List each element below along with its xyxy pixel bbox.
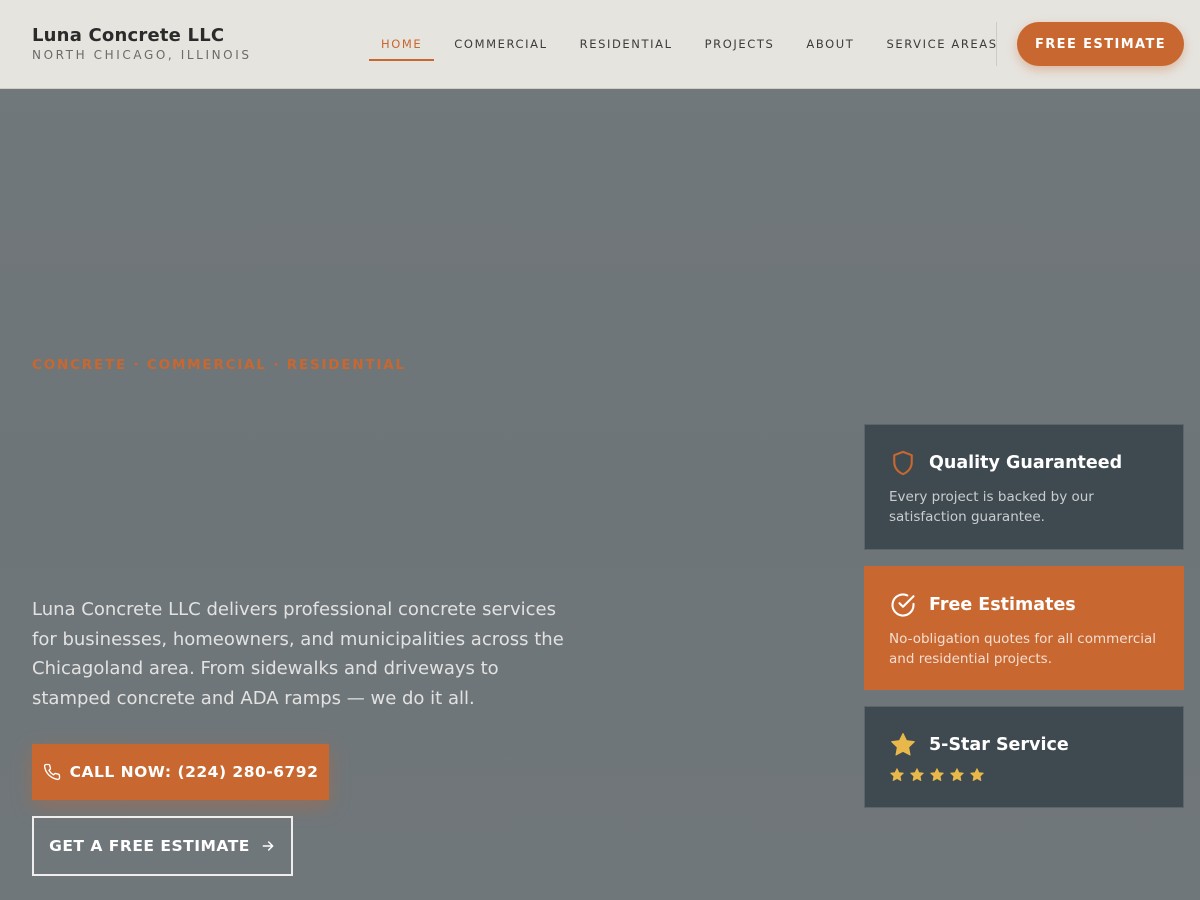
rating-star-icon [969, 767, 985, 783]
shield-icon [889, 449, 917, 477]
five-star-service-card: 5-Star Service [864, 706, 1184, 808]
hero-tagline: CONCRETE · COMMERCIAL · RESIDENTIAL [32, 357, 406, 373]
arrow-right-icon [260, 838, 276, 854]
phone-icon [43, 763, 61, 781]
rating-star-icon [929, 767, 945, 783]
get-free-estimate-button[interactable]: GET A FREE ESTIMATE [32, 816, 293, 876]
check-circle-icon [889, 591, 917, 619]
main-nav: HOME COMMERCIAL RESIDENTIAL PROJECTS ABO… [365, 35, 1014, 61]
brand-location: NORTH CHICAGO, ILLINOIS [32, 48, 252, 62]
nav-item-residential[interactable]: RESIDENTIAL [564, 35, 689, 57]
card-text: Every project is backed by our satisfact… [889, 489, 1094, 525]
card-text: No-obligation quotes for all commercial … [889, 631, 1157, 667]
card-title: Quality Guaranteed [929, 453, 1123, 473]
nav-divider [996, 22, 997, 66]
nav-item-service-areas[interactable]: SERVICE AREAS [870, 35, 1013, 57]
quality-guaranteed-card: Quality Guaranteed Every project is back… [864, 424, 1184, 550]
card-title: 5-Star Service [929, 735, 1069, 755]
nav-item-projects[interactable]: PROJECTS [689, 35, 791, 57]
nav-item-about[interactable]: ABOUT [790, 35, 870, 57]
brand-name[interactable]: Luna Concrete LLC [32, 25, 252, 46]
site-header: Luna Concrete LLC NORTH CHICAGO, ILLINOI… [0, 0, 1200, 89]
call-now-label: CALL NOW: (224) 280-6792 [69, 763, 319, 781]
rating-star-icon [889, 767, 905, 783]
rating-star-icon [909, 767, 925, 783]
hero-description: Luna Concrete LLC delivers professional … [32, 599, 564, 709]
brand[interactable]: Luna Concrete LLC NORTH CHICAGO, ILLINOI… [32, 25, 252, 62]
rating-star-icon [949, 767, 965, 783]
call-now-button[interactable]: CALL NOW: (224) 280-6792 [32, 744, 329, 800]
star-rating [889, 767, 1159, 783]
free-estimate-button[interactable]: FREE ESTIMATE [1017, 22, 1184, 66]
get-free-estimate-label: GET A FREE ESTIMATE [49, 837, 250, 855]
nav-item-home[interactable]: HOME [365, 35, 438, 61]
nav-item-commercial[interactable]: COMMERCIAL [438, 35, 563, 57]
star-icon [889, 731, 917, 759]
free-estimates-card: Free Estimates No-obligation quotes for … [864, 566, 1184, 690]
card-title: Free Estimates [929, 595, 1076, 615]
